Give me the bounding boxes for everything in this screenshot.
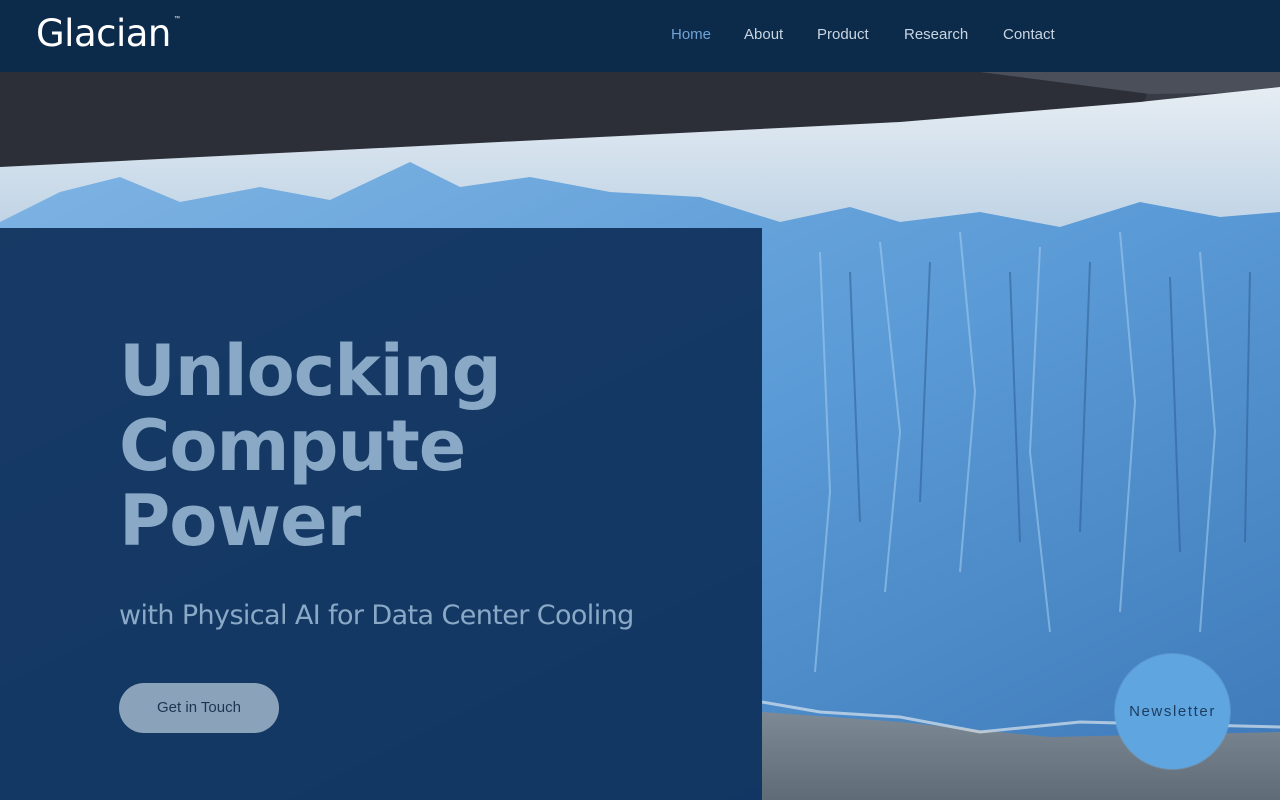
trademark-mark: ™: [174, 16, 180, 22]
brand-logo[interactable]: Glacian: [36, 12, 171, 56]
hero-subheadline: with Physical AI for Data Center Cooling: [119, 600, 634, 631]
headline-line-1: Unlocking: [119, 330, 502, 412]
headline-line-3: Power: [119, 480, 361, 562]
nav-product[interactable]: Product: [817, 26, 869, 44]
get-in-touch-button[interactable]: Get in Touch: [119, 683, 279, 733]
site-header: Glacian ™ Home About Product Research Co…: [0, 0, 1280, 72]
nav-home[interactable]: Home: [671, 26, 711, 44]
nav-contact[interactable]: Contact: [1003, 26, 1055, 44]
nav-research[interactable]: Research: [904, 26, 968, 44]
nav-about[interactable]: About: [744, 26, 783, 44]
headline-line-2: Compute: [119, 405, 466, 487]
newsletter-button[interactable]: Newsletter: [1115, 654, 1230, 769]
hero-headline: Unlocking Compute Power: [119, 334, 679, 559]
